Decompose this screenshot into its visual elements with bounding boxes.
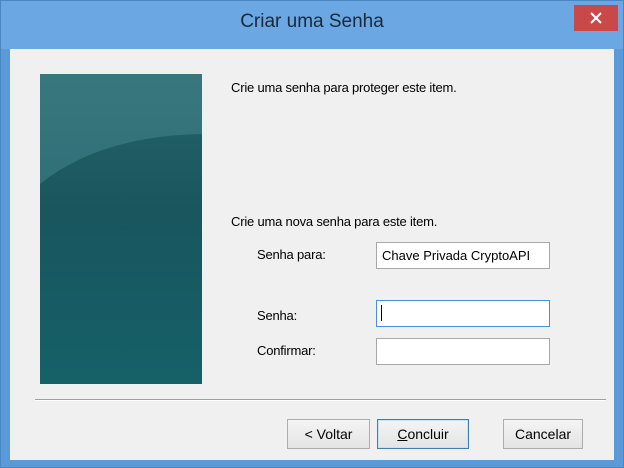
password-for-label: Senha para: [257,247,326,262]
dialog-title: Criar uma Senha [240,11,384,32]
cancel-button-label: Cancelar [514,426,572,442]
close-icon [590,12,602,24]
password-input[interactable] [376,300,550,327]
separator [35,399,606,401]
confirm-label: Confirmar: [257,343,316,358]
dialog-content: Crie uma senha para proteger este item. … [10,49,614,460]
close-button[interactable] [574,5,618,31]
confirm-password-input[interactable] [376,338,550,365]
intro-text: Crie uma senha para proteger este item. [231,80,457,95]
side-banner-image [40,74,202,384]
finish-button[interactable]: Concluir [377,419,469,449]
finish-button-label: Concluir [397,426,449,442]
back-button[interactable]: < Voltar [287,419,370,449]
text-caret [381,305,382,321]
back-button-label: < Voltar [304,426,353,442]
password-label: Senha: [257,308,298,323]
title-bar[interactable]: Criar uma Senha [1,1,623,49]
password-for-field: Chave Privada CryptoAPI [376,242,550,269]
dialog-window: Criar uma Senha Crie uma senha para prot… [0,0,624,468]
cancel-button[interactable]: Cancelar [503,419,583,449]
section-label: Crie uma nova senha para este item. [231,214,438,229]
